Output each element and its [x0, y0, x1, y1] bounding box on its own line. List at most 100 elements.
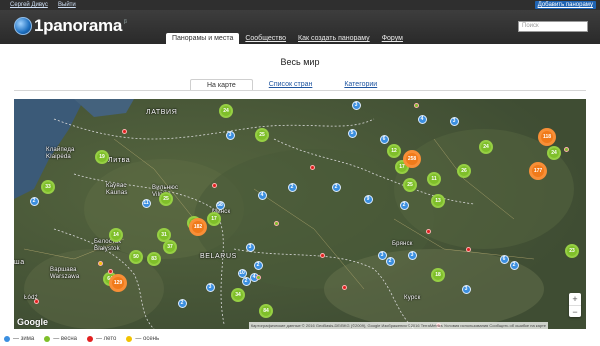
panorama-pin[interactable]: [121, 128, 127, 134]
map-attribution[interactable]: Картографические данные © 2016 GeoBasis-…: [248, 322, 548, 329]
zoom-control: + −: [569, 293, 581, 317]
marker-cluster[interactable]: 3: [377, 250, 387, 260]
zoom-out-button[interactable]: −: [569, 305, 581, 317]
panorama-pin[interactable]: [563, 146, 569, 152]
marker-cluster[interactable]: 2: [399, 200, 409, 210]
marker-cluster[interactable]: 3: [449, 116, 459, 126]
marker-cluster[interactable]: 118: [538, 128, 556, 146]
map-label-klaipeda: Клайпеда Klaipėda: [46, 147, 75, 160]
map-label-sha: ша: [14, 259, 25, 266]
panorama-pin[interactable]: [107, 268, 113, 274]
marker-cluster[interactable]: 2: [253, 260, 263, 270]
season-legend: — зима — весна — лето — осень: [4, 334, 169, 344]
legend-dot-spring: [44, 336, 51, 342]
marker-cluster[interactable]: 3: [461, 284, 471, 294]
marker-cluster[interactable]: 3: [205, 282, 215, 292]
marker-cluster[interactable]: 25: [255, 128, 269, 142]
panorama-pin[interactable]: [413, 102, 419, 108]
add-panorama-button[interactable]: Добавить панораму: [534, 1, 596, 9]
marker-cluster[interactable]: 37: [163, 240, 177, 254]
marker-cluster[interactable]: 129: [109, 274, 127, 292]
marker-cluster[interactable]: 33: [41, 180, 55, 194]
panorama-pin[interactable]: [211, 182, 217, 188]
legend-item: — осень: [126, 336, 159, 342]
panorama-pin[interactable]: [341, 284, 347, 290]
panorama-map[interactable]: ЛАТВИЯ Литва BELARUS Клайпеда Klaipėda К…: [14, 99, 586, 329]
marker-cluster[interactable]: 24: [479, 140, 493, 154]
map-label-kursk: Курск: [404, 295, 421, 301]
panorama-pin[interactable]: [273, 220, 279, 226]
marker-cluster[interactable]: 34: [231, 288, 245, 302]
panorama-pin[interactable]: [33, 298, 39, 304]
legend-item: — зима: [4, 336, 34, 342]
marker-cluster[interactable]: 5: [347, 128, 357, 138]
nav-forum[interactable]: Форум: [376, 33, 409, 44]
marker-cluster[interactable]: 3: [225, 130, 235, 140]
marker-cluster[interactable]: 18: [431, 268, 445, 282]
panorama-pin[interactable]: [309, 164, 315, 170]
panorama-pin[interactable]: [319, 252, 325, 258]
search-input[interactable]: Поиск: [518, 21, 588, 32]
map-label-bialystok: Белосток Białystok: [94, 239, 122, 252]
globe-icon: [14, 17, 32, 35]
marker-cluster[interactable]: 2: [241, 276, 251, 286]
zoom-in-button[interactable]: +: [569, 293, 581, 305]
marker-cluster[interactable]: 2: [177, 298, 187, 308]
marker-cluster[interactable]: 177: [529, 162, 547, 180]
nav-how-to-create[interactable]: Как создать панораму: [292, 33, 376, 44]
map-terrain: [14, 99, 586, 329]
map-label-latvia: ЛАТВИЯ: [146, 109, 178, 116]
panorama-pin[interactable]: [465, 246, 471, 252]
marker-cluster[interactable]: 12: [387, 144, 401, 158]
marker-cluster[interactable]: 2: [385, 256, 395, 266]
legend-item: — лето: [87, 336, 116, 342]
page-title: Весь мир: [280, 57, 320, 67]
marker-cluster[interactable]: 50: [129, 250, 143, 264]
marker-cluster[interactable]: 25: [403, 178, 417, 192]
nav-community[interactable]: Сообщество: [239, 33, 292, 44]
marker-cluster[interactable]: 11: [141, 198, 151, 208]
map-label-belarus: BELARUS: [200, 253, 237, 260]
marker-cluster[interactable]: 2: [287, 182, 297, 192]
legend-item: — весна: [44, 336, 77, 342]
marker-cluster[interactable]: 9: [363, 194, 373, 204]
marker-cluster[interactable]: 26: [457, 164, 471, 178]
marker-cluster[interactable]: 6: [379, 134, 389, 144]
marker-cluster[interactable]: 17: [207, 212, 221, 226]
google-logo: Google: [17, 317, 48, 327]
marker-cluster[interactable]: 2: [331, 182, 341, 192]
top-user-bar: Сергей Дивус Выйти Добавить панораму: [0, 0, 600, 10]
marker-cluster[interactable]: 13: [431, 194, 445, 208]
tabs-divider: [14, 90, 586, 91]
logout-link[interactable]: Выйти: [58, 1, 76, 9]
legend-label-autumn: — осень: [135, 336, 160, 342]
site-logo[interactable]: 1panorama β: [14, 16, 127, 36]
marker-cluster[interactable]: 3: [351, 100, 361, 110]
marker-cluster[interactable]: 24: [219, 104, 233, 118]
marker-cluster[interactable]: 19: [95, 150, 109, 164]
marker-cluster[interactable]: 84: [259, 304, 273, 318]
panorama-pin[interactable]: [425, 228, 431, 234]
marker-cluster[interactable]: 14: [109, 228, 123, 242]
marker-cluster[interactable]: 23: [565, 244, 579, 258]
panorama-pin[interactable]: [255, 274, 261, 280]
marker-cluster[interactable]: 3: [245, 242, 255, 252]
marker-cluster[interactable]: 4: [417, 114, 427, 124]
panorama-pin[interactable]: [97, 260, 103, 266]
legend-dot-winter: [4, 336, 10, 342]
marker-cluster[interactable]: 258: [403, 150, 421, 168]
marker-cluster[interactable]: 58: [215, 200, 225, 210]
marker-cluster[interactable]: 182: [189, 218, 207, 236]
marker-cluster[interactable]: 2: [29, 196, 39, 206]
marker-cluster[interactable]: 6: [499, 254, 509, 264]
marker-cluster[interactable]: 2: [509, 260, 519, 270]
marker-cluster[interactable]: 83: [147, 252, 161, 266]
marker-cluster[interactable]: 24: [547, 146, 561, 160]
user-name-link[interactable]: Сергей Дивус: [10, 1, 48, 9]
legend-label-spring: — весна: [53, 336, 78, 342]
marker-cluster[interactable]: 4: [257, 190, 267, 200]
marker-cluster[interactable]: 11: [427, 172, 441, 186]
nav-panoramas-places[interactable]: Панорамы и места: [166, 33, 240, 44]
marker-cluster[interactable]: 25: [159, 192, 173, 206]
marker-cluster[interactable]: 3: [407, 250, 417, 260]
